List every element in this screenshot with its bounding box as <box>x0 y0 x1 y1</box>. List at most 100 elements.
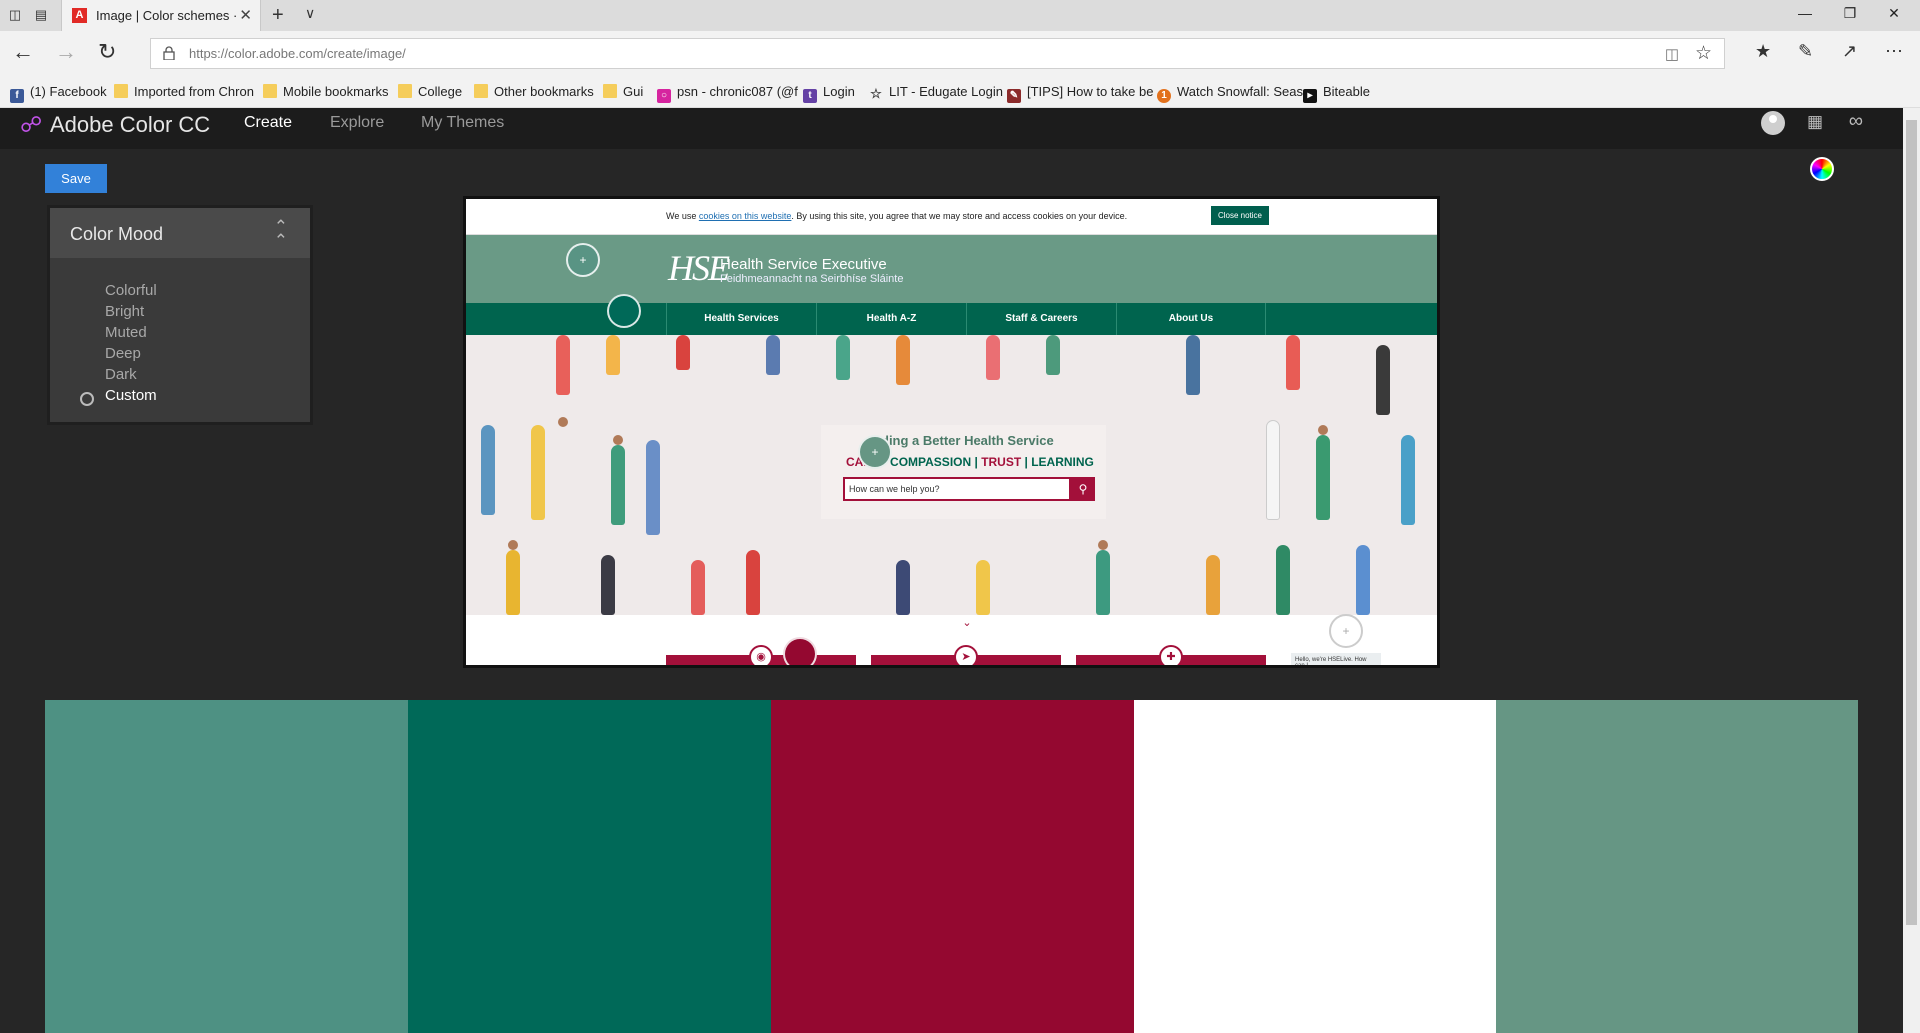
bookmark-gui[interactable]: Gui <box>603 84 643 100</box>
forward-icon[interactable]: → <box>55 41 77 63</box>
collapse-chevron-icon[interactable]: ⌃ ⌃ <box>274 218 288 249</box>
hse-nav-health-services: Health Services <box>666 303 816 335</box>
page-scrollbar[interactable] <box>1903 108 1920 1033</box>
hse-nav-staff-careers: Staff & Careers <box>966 303 1116 335</box>
cookie-notice: We use cookies on this website. By using… <box>466 199 1437 235</box>
illustration-person <box>691 560 705 615</box>
color-theme-swatches <box>45 700 1858 1033</box>
app-name[interactable]: Adobe Color CC <box>50 112 210 138</box>
tab-create[interactable]: Create <box>244 114 292 132</box>
back-icon[interactable]: ← <box>12 41 34 63</box>
illustration-person <box>1286 335 1300 390</box>
search-icon: ⚲ <box>1071 477 1095 501</box>
color-picker-3[interactable] <box>783 637 817 665</box>
mood-option-deep[interactable]: Deep <box>105 345 141 362</box>
tab-list-chevron-icon[interactable]: ∨ <box>305 5 315 22</box>
illustration-person <box>896 560 910 615</box>
bookmark-tips[interactable]: ✎ [TIPS] How to take be <box>1007 84 1154 103</box>
facebook-icon: f <box>10 89 24 103</box>
bookmark-watch-snowfall[interactable]: 1 Watch Snowfall: Seas <box>1157 84 1303 103</box>
tab-explore[interactable]: Explore <box>330 114 384 132</box>
address-bar[interactable]: https://color.adobe.com/create/image/ ◫ … <box>150 38 1725 69</box>
color-picker-5[interactable]: + <box>858 435 892 469</box>
pen-icon[interactable]: ✎ <box>1798 41 1813 62</box>
color-picker-1[interactable]: + <box>566 243 600 277</box>
bookmark-label: psn - chronic087 (@f <box>677 84 798 99</box>
bookmarks-bar: f (1) Facebook Imported from Chron Mobile… <box>0 75 1920 108</box>
illustration-person <box>896 335 910 385</box>
reading-view-icon[interactable]: ◫ <box>1665 45 1679 63</box>
mood-option-colorful[interactable]: Colorful <box>105 282 157 299</box>
browser-tab[interactable]: A Image | Color schemes · ✕ <box>61 0 261 31</box>
cookie-text: We use cookies on this website. By using… <box>666 211 1127 221</box>
color-picker-2[interactable] <box>607 294 641 328</box>
bookmark-label: [TIPS] How to take be <box>1027 84 1154 99</box>
bookmark-imported-from-chrome[interactable]: Imported from Chron <box>114 84 254 100</box>
mood-option-custom[interactable]: Custom <box>105 387 157 404</box>
color-mood-header[interactable]: Color Mood ⌃ ⌃ <box>50 208 310 258</box>
close-tab-icon[interactable]: ✕ <box>239 6 252 24</box>
mood-option-dark[interactable]: Dark <box>105 366 137 383</box>
bookmark-mobile-bookmarks[interactable]: Mobile bookmarks <box>263 84 389 100</box>
bookmark-facebook[interactable]: f (1) Facebook <box>10 84 107 103</box>
color-picker-4[interactable]: + <box>1329 614 1363 648</box>
chat-bubble: Hello, we're HSELive. How can I <box>1291 653 1381 665</box>
creative-cloud-icon[interactable]: ∞ <box>1849 110 1863 133</box>
refresh-icon[interactable]: ↻ <box>98 41 116 63</box>
share-icon[interactable]: ↗ <box>1842 41 1857 62</box>
swatch-4[interactable] <box>1134 700 1497 1033</box>
illustration-person <box>1186 335 1200 395</box>
adobe-color-logo-icon[interactable]: ☍ <box>20 112 42 138</box>
hse-nav-health-a-z: Health A-Z <box>816 303 966 335</box>
mood-option-muted[interactable]: Muted <box>105 324 147 341</box>
hse-nav-about-us: About Us <box>1116 303 1266 335</box>
illustration-person <box>746 550 760 615</box>
bookmark-psn[interactable]: ○ psn - chronic087 (@f <box>657 84 798 103</box>
more-icon[interactable]: ⋯ <box>1885 41 1903 62</box>
bookmark-label: College <box>418 84 463 99</box>
bookmark-other-bookmarks[interactable]: Other bookmarks <box>474 84 594 100</box>
hse-search-input: How can we help you? <box>843 477 1071 501</box>
bookmark-lit-edugate[interactable]: ☆ LIT - Edugate Login <box>869 84 1003 101</box>
tab-actions-icon[interactable]: ◫ <box>6 6 24 24</box>
folder-icon <box>474 84 488 98</box>
restore-icon[interactable]: ❐ <box>1840 5 1860 22</box>
favorite-star-icon[interactable]: ☆ <box>1695 42 1712 65</box>
cookie-text-before: We use <box>666 211 699 221</box>
custom-radio-icon[interactable] <box>80 392 94 406</box>
mood-option-bright[interactable]: Bright <box>105 303 144 320</box>
hse-bottom-strip: ⌄ ◉ ➤ ✚ Hello, we're HSELive. How can I <box>466 615 1437 665</box>
folder-icon <box>263 84 277 98</box>
bookmark-label: (1) Facebook <box>30 84 107 99</box>
illustration-head <box>558 417 568 427</box>
tab-my-themes[interactable]: My Themes <box>421 114 504 132</box>
new-tab-icon[interactable]: + <box>272 4 284 27</box>
minimize-icon[interactable]: — <box>1795 5 1815 21</box>
set-aside-tabs-icon[interactable]: ▤ <box>32 6 50 24</box>
apps-grid-icon[interactable]: ▦ <box>1807 112 1823 132</box>
tips-icon: ✎ <box>1007 89 1021 103</box>
close-window-icon[interactable]: ✕ <box>1884 5 1904 22</box>
swatch-2[interactable] <box>408 700 771 1033</box>
bookmark-label: Biteable <box>1323 84 1370 99</box>
swatch-3[interactable] <box>771 700 1134 1033</box>
scrollbar-thumb[interactable] <box>1906 120 1917 925</box>
illustration-head <box>1098 540 1108 550</box>
bookmark-college[interactable]: College <box>398 84 462 100</box>
save-button[interactable]: Save <box>45 164 107 193</box>
favorites-icon[interactable]: ★ <box>1755 41 1771 62</box>
illustration-person <box>1096 550 1110 615</box>
value-learning: LEARNING <box>1031 455 1094 469</box>
source-image[interactable]: We use cookies on this website. By using… <box>463 196 1440 668</box>
avatar[interactable] <box>1761 111 1785 135</box>
swatch-5[interactable] <box>1496 700 1858 1033</box>
medical-kit-icon: ✚ <box>1159 645 1183 665</box>
scroll-down-chevron-icon: ⌄ <box>954 615 980 633</box>
color-wheel-icon[interactable] <box>1810 157 1834 181</box>
adobe-favicon-icon: A <box>72 8 87 23</box>
illustration-person <box>1356 545 1370 615</box>
close-notice-button: Close notice <box>1211 206 1269 225</box>
swatch-1[interactable] <box>45 700 408 1033</box>
bookmark-login[interactable]: t Login <box>803 84 855 103</box>
bookmark-biteable[interactable]: ▸ Biteable <box>1303 84 1370 103</box>
